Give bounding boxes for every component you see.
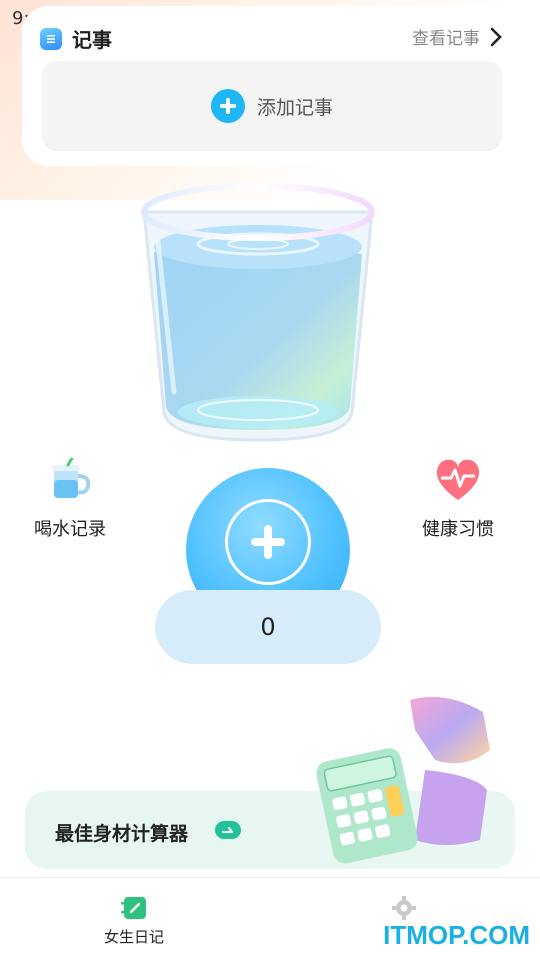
plus-icon xyxy=(225,499,311,585)
nav-item-diary-label: 女生日记 xyxy=(104,928,165,946)
notes-title: 记事 xyxy=(72,28,112,52)
gear-icon xyxy=(392,896,416,920)
calculator-body-illustration xyxy=(316,696,490,864)
plus-circle-icon xyxy=(210,89,245,123)
cup-icon xyxy=(52,456,91,498)
add-note-button[interactable]: 添加记事 xyxy=(42,61,502,151)
nav-item-diary[interactable]: 女生日记 xyxy=(104,896,164,947)
heart-pulse-icon xyxy=(436,459,480,500)
notebook-icon xyxy=(121,897,146,919)
watermark: ITMOP.COM xyxy=(383,920,530,950)
view-notes-label: 查看记事 xyxy=(412,29,480,49)
notes-header: 记事 xyxy=(40,24,112,53)
water-log-shortcut[interactable]: 喝水记录 xyxy=(34,456,106,541)
add-note-label: 添加记事 xyxy=(256,96,333,119)
healthy-habits-shortcut[interactable]: 健康习惯 xyxy=(422,458,494,541)
nav-item-settings[interactable] xyxy=(392,896,416,920)
healthy-habits-label: 健康习惯 xyxy=(422,519,494,540)
water-count-value: 0 xyxy=(260,613,276,641)
bmi-calculator-label: 最佳身材计算器 xyxy=(55,823,189,845)
chevron-right-icon xyxy=(490,27,502,46)
water-log-label: 喝水记录 xyxy=(34,519,106,540)
arrow-right-icon xyxy=(215,821,241,839)
notes-card: 记事 查看记事 添加记事 xyxy=(22,6,518,166)
water-count-display: 0 xyxy=(155,590,381,664)
note-list-icon xyxy=(40,27,62,50)
view-notes-link[interactable]: 查看记事 xyxy=(412,24,502,49)
water-glass-illustration xyxy=(141,183,375,442)
